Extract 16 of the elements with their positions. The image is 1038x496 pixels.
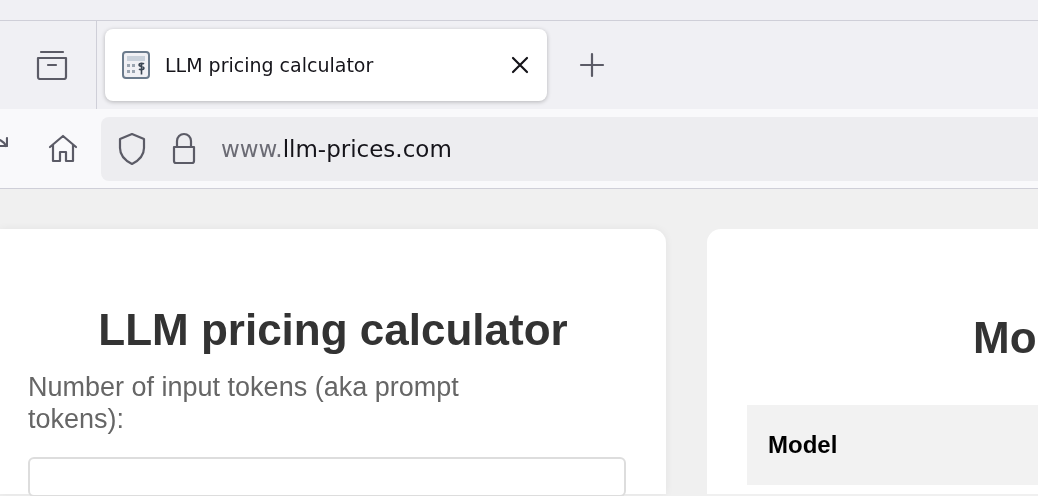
new-tab-icon[interactable] xyxy=(579,52,605,78)
address-bar[interactable]: www.llm-prices.com xyxy=(101,116,1038,181)
models-title: Mo xyxy=(973,312,1038,364)
column-header: Model xyxy=(768,431,838,459)
home-icon[interactable] xyxy=(47,132,79,165)
input-tokens-field[interactable] xyxy=(28,457,626,496)
archive-icon[interactable] xyxy=(35,50,69,80)
calculator-icon xyxy=(121,50,151,80)
calculator-title: LLM pricing calculator xyxy=(97,304,569,356)
close-icon[interactable] xyxy=(511,56,529,74)
input-tokens-label: Number of input tokens (aka prompt tokens): xyxy=(28,371,460,435)
tab-title: LLM pricing calculator xyxy=(165,54,375,76)
lock-icon[interactable] xyxy=(171,131,197,166)
shield-icon[interactable] xyxy=(117,131,147,166)
url-text: www.llm-prices.com xyxy=(221,135,452,162)
browser-tab[interactable]: LLM pricing calculator xyxy=(105,29,547,101)
